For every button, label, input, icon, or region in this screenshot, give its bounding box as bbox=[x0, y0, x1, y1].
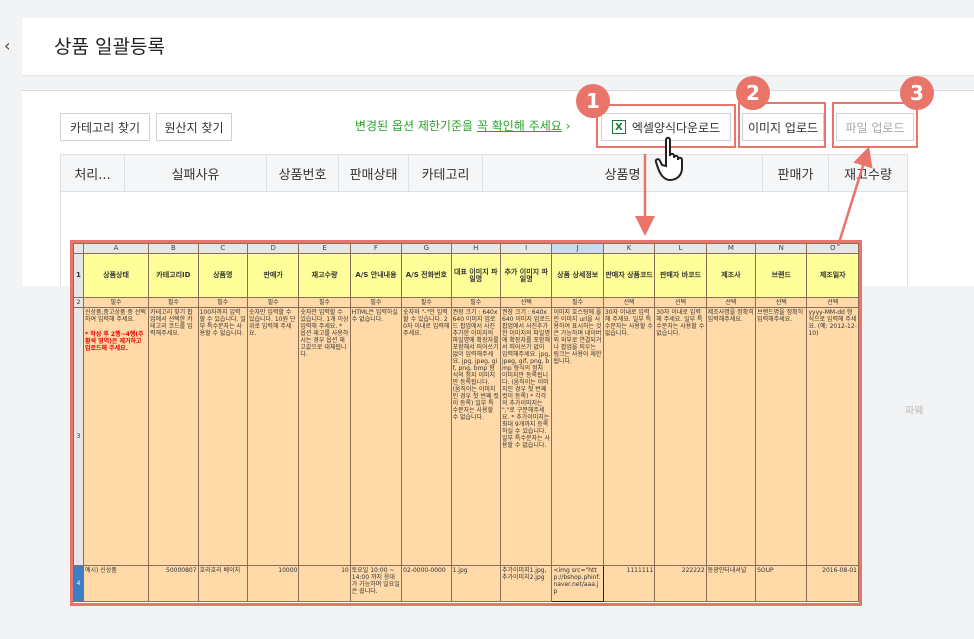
bulk-upload-page: ‹ 상품 일괄등록 카테고리 찾기 원산지 찾기 변경된 옵션 제한기준을 꼭 … bbox=[0, 0, 974, 639]
arrow-to-file-upload bbox=[836, 146, 873, 247]
pointer-hand-icon bbox=[654, 136, 683, 182]
annotation-arrows bbox=[635, 146, 873, 247]
